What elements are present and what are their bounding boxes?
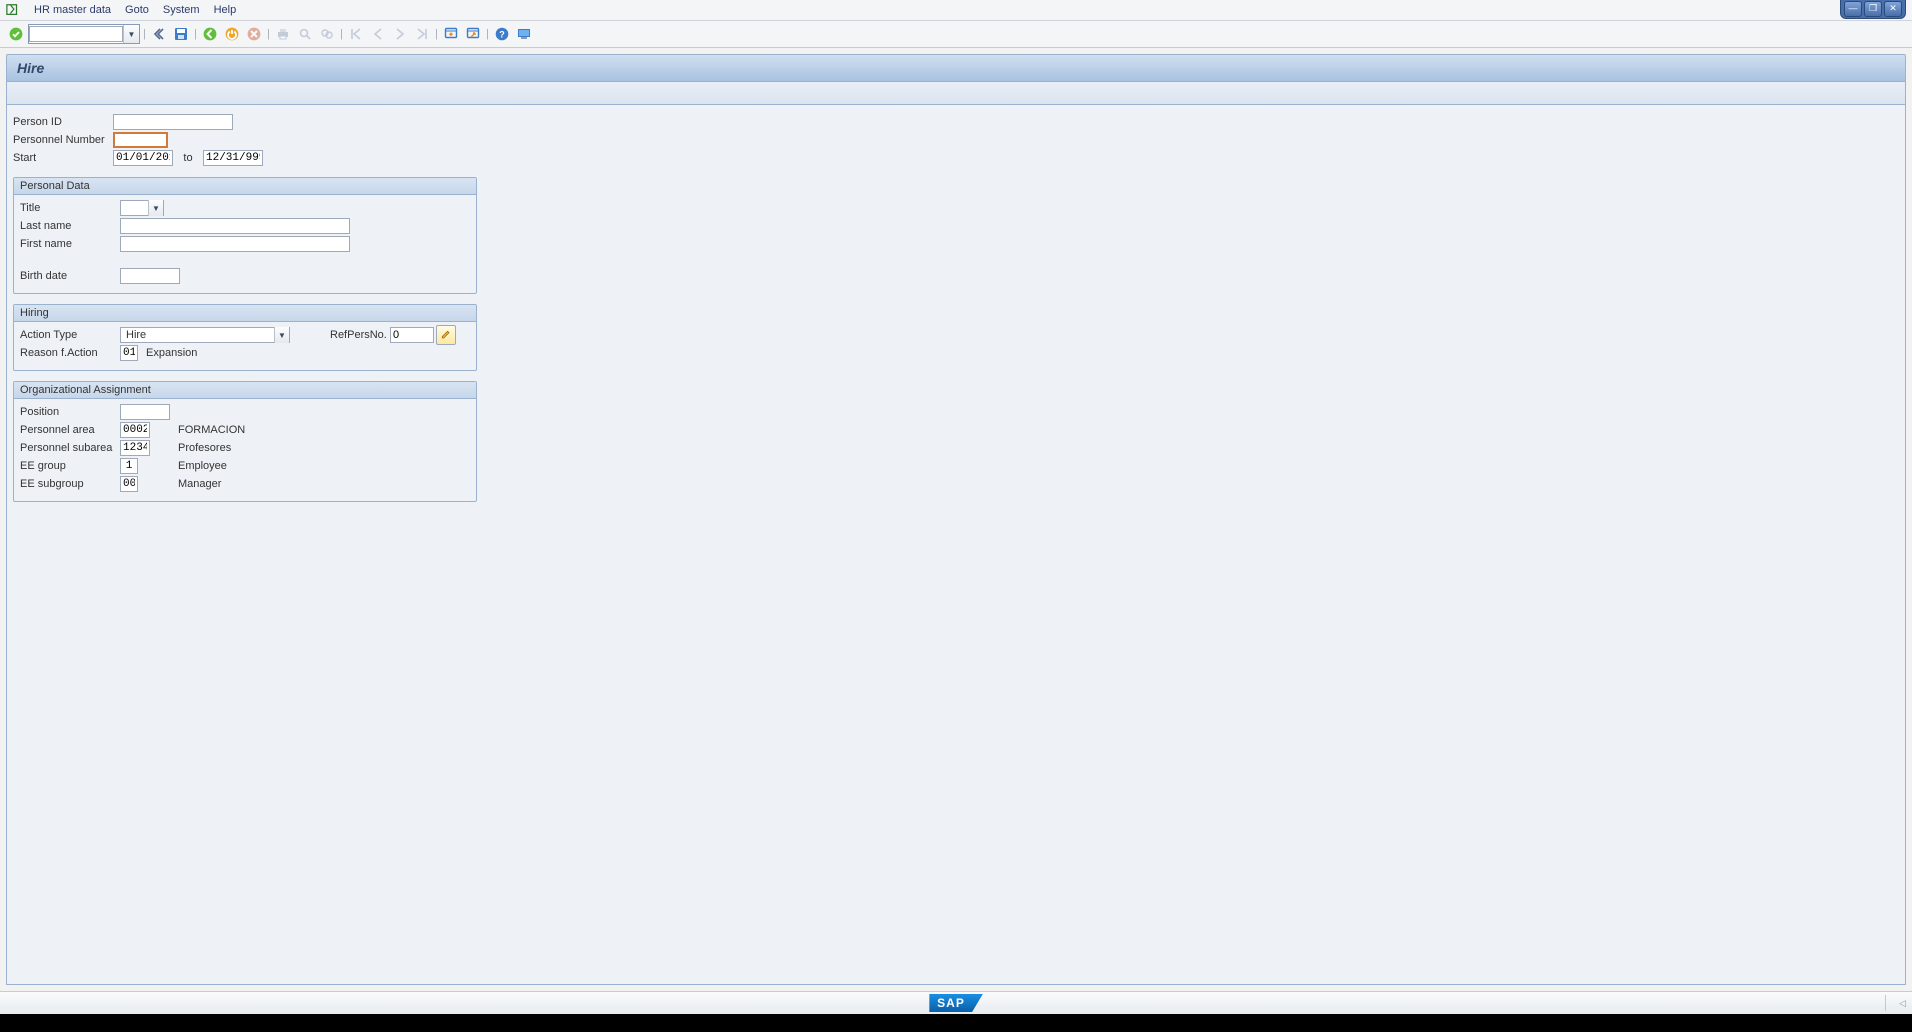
pers-area-code-field[interactable] [120,422,150,438]
hiring-title: Hiring [14,305,476,322]
personal-data-title: Personal Data [14,178,476,195]
menu-system[interactable]: System [163,4,200,16]
org-assignment-title: Organizational Assignment [14,382,476,399]
exit-icon[interactable] [222,24,242,44]
action-type-select[interactable]: Hire ▼ [120,327,290,343]
ee-subgroup-code-field[interactable] [120,476,138,492]
command-field[interactable]: ▼ [28,24,140,44]
help-icon[interactable]: ? [492,24,512,44]
prev-page-icon [368,24,388,44]
maximize-button[interactable]: ❐ [1864,1,1882,17]
reason-text: Expansion [146,347,197,359]
new-session-icon[interactable] [441,24,461,44]
menu-help[interactable]: Help [214,4,237,16]
toolbar: ▼ | | | | [0,21,1912,48]
reason-code-field[interactable] [120,345,138,361]
os-taskbar [0,1014,1912,1032]
start-label: Start [13,152,113,164]
statusbar-expand-icon[interactable]: ◁ [1899,998,1906,1009]
save-icon[interactable] [171,24,191,44]
svg-text:?: ? [499,29,505,39]
birth-date-label: Birth date [20,270,120,282]
person-id-label: Person ID [13,116,113,128]
workspace: Person ID Personnel Number Start to Pers… [6,105,1906,985]
birth-date-field[interactable] [120,268,180,284]
title-label: Title [20,202,120,214]
close-button[interactable]: ✕ [1884,1,1902,17]
reason-label: Reason f.Action [20,347,120,359]
find-icon [295,24,315,44]
person-id-field[interactable] [113,114,233,130]
ee-group-code-field[interactable] [120,458,138,474]
pers-area-label: Personnel area [20,424,120,436]
back-icon[interactable] [200,24,220,44]
enter-icon[interactable] [6,24,26,44]
pers-subarea-label: Personnel subarea [20,442,120,454]
minimize-button[interactable]: — [1844,1,1862,17]
cancel-icon[interactable] [244,24,264,44]
first-name-label: First name [20,238,120,250]
ee-subgroup-text: Manager [178,478,221,490]
position-label: Position [20,406,120,418]
last-name-label: Last name [20,220,120,232]
ee-group-label: EE group [20,460,120,472]
pers-area-text: FORMACION [178,424,245,436]
position-field[interactable] [120,404,170,420]
ee-subgroup-label: EE subgroup [20,478,120,490]
find-next-icon [317,24,337,44]
pers-subarea-code-field[interactable] [120,440,150,456]
window-controls: — ❐ ✕ [1840,0,1906,19]
chevron-down-icon[interactable]: ▼ [123,25,139,43]
customize-layout-icon[interactable] [514,24,534,44]
sap-logo: SAP [929,994,983,1012]
statusbar: SAP ◁ [0,991,1912,1014]
personnel-number-label: Personnel Number [13,134,113,146]
title-select[interactable]: ▼ [120,200,164,216]
hiring-group: Hiring Action Type Hire ▼ RefPersNo. [13,304,477,371]
first-name-field[interactable] [120,236,350,252]
first-page-icon [346,24,366,44]
menu-goto[interactable]: Goto [125,4,149,16]
last-name-field[interactable] [120,218,350,234]
screen-title: Hire [6,54,1906,82]
org-assignment-group: Organizational Assignment Position Perso… [13,381,477,502]
menu-hr-master-data[interactable]: HR master data [34,4,111,16]
last-page-icon [412,24,432,44]
chevron-down-icon[interactable]: ▼ [274,327,289,343]
statusbar-divider [1885,995,1886,1011]
chevron-down-icon[interactable]: ▼ [148,200,163,216]
edit-refpers-button[interactable] [436,325,456,345]
command-input[interactable] [29,26,123,42]
action-type-label: Action Type [20,329,120,341]
personal-data-group: Personal Data Title ▼ Last name [13,177,477,294]
collapse-icon[interactable] [149,24,169,44]
personnel-number-field[interactable] [113,132,168,148]
ee-group-text: Employee [178,460,227,472]
pers-subarea-text: Profesores [178,442,231,454]
application-toolbar [6,82,1906,105]
app-menu-icon[interactable] [6,3,20,17]
to-label: to [173,152,203,164]
print-icon [273,24,293,44]
end-date-field[interactable] [203,150,263,166]
next-page-icon [390,24,410,44]
refpersno-label: RefPersNo. [330,329,390,341]
start-date-field[interactable] [113,150,173,166]
shortcut-icon[interactable] [463,24,483,44]
menubar: HR master data Goto System Help — ❐ ✕ [0,0,1912,21]
refpersno-field[interactable] [390,327,434,343]
